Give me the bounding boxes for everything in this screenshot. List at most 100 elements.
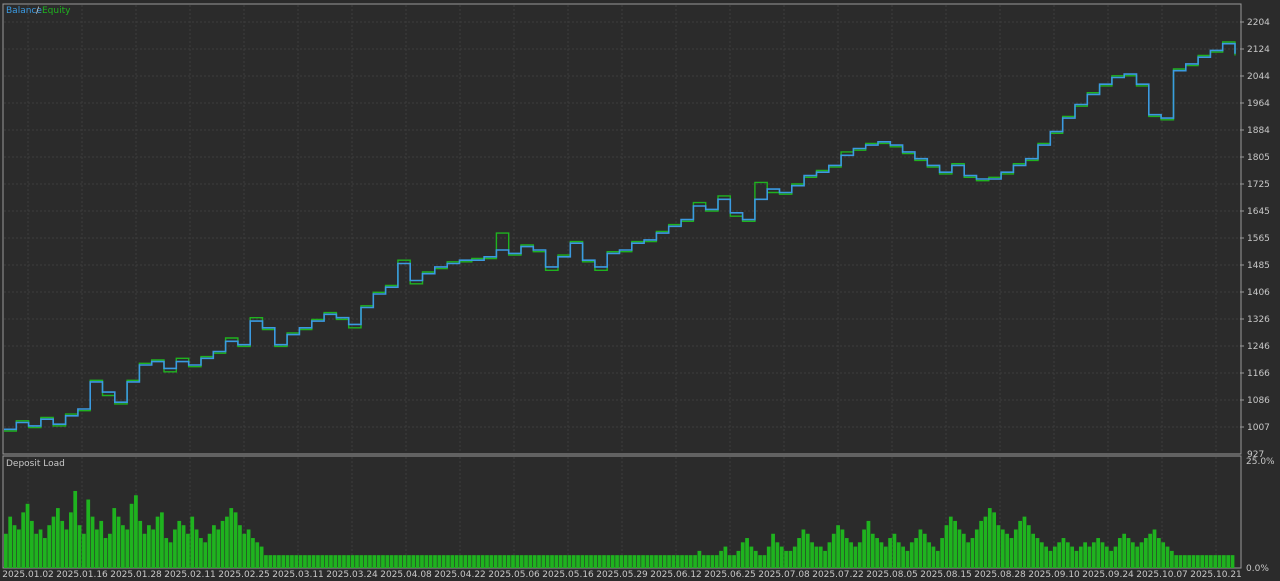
deposit-load-bar: [155, 516, 160, 568]
deposit-load-bar: [584, 555, 589, 568]
deposit-load-bar: [537, 555, 541, 568]
deposit-load-bar: [974, 529, 979, 568]
deposit-load-bar: [212, 525, 216, 568]
deposit-load-bar: [905, 550, 910, 568]
deposit-load-bar: [1026, 525, 1031, 568]
deposit-load-bar: [966, 542, 970, 568]
x-tick-label: 2025.05.16: [542, 570, 594, 580]
deposit-load-bar: [883, 546, 888, 568]
deposit-load-bar: [870, 533, 875, 568]
deposit-load-bar: [680, 555, 684, 568]
deposit-load-bar: [233, 512, 238, 568]
deposit-load-bar: [810, 542, 814, 568]
deposit-load-bar: [1187, 555, 1192, 568]
deposit-load-bar: [480, 555, 485, 568]
deposit-load-bar: [667, 555, 671, 568]
deposit-load-bar: [901, 546, 905, 568]
y-tick-label: 2124: [1247, 45, 1270, 55]
deposit-load-bar: [333, 555, 338, 568]
deposit-load-bar: [1122, 533, 1127, 568]
deposit-load-bar: [56, 508, 60, 568]
deposit-load-bar: [298, 555, 303, 568]
x-tick-label: 2025.09.24: [1082, 570, 1134, 580]
deposit-load-bar: [710, 555, 715, 568]
deposit-load-bar: [628, 555, 632, 568]
x-axis: 2025.01.02 2025.01.16 2025.01.28 2025.02.11…: [2, 570, 1242, 580]
deposit-load-bar: [1226, 555, 1231, 568]
deposit-load-bar: [1048, 550, 1053, 568]
deposit-load-bar: [983, 516, 988, 568]
deposit-load-bar: [879, 542, 884, 568]
deposit-load-bar: [922, 533, 927, 568]
deposit-load-bar: [1061, 538, 1066, 568]
y-tick-label: 1884: [1247, 126, 1270, 136]
deposit-load-bar: [827, 542, 832, 568]
deposit-load-bar: [207, 533, 212, 568]
deposit-load-bar: [918, 529, 923, 568]
deposit-load-bar: [190, 516, 195, 568]
deposit-load-bar: [251, 538, 255, 568]
deposit-load-bar: [563, 555, 567, 568]
deposit-load-bar: [593, 555, 598, 568]
deposit-load-bar: [706, 555, 710, 568]
deposit-load-bar: [277, 555, 281, 568]
deposit-load-bar: [697, 550, 702, 568]
deposit-load-bar: [281, 555, 286, 568]
deposit-load-bar: [316, 555, 320, 568]
deposit-load-bar: [766, 546, 771, 568]
deposit-load-bar: [1039, 542, 1044, 568]
deposit-load-bar: [840, 529, 845, 568]
deposit-load-bar: [43, 538, 47, 568]
deposit-load-bar: [307, 555, 312, 568]
deposit-load-bar: [788, 550, 793, 568]
deposit-load-bar: [688, 555, 693, 568]
deposit-load-bar: [550, 555, 554, 568]
deposit-load-bar: [970, 538, 975, 568]
deposit-load-bar: [424, 555, 429, 568]
deposit-load-bar: [372, 555, 377, 568]
deposit-load-bar: [194, 529, 199, 568]
y-tick-label: 2044: [1247, 72, 1270, 82]
deposit-load-bar: [1091, 542, 1096, 568]
deposit-load-bar: [515, 555, 520, 568]
deposit-load-bar: [654, 555, 658, 568]
deposit-load-bar: [853, 546, 858, 568]
deposit-load-bar: [632, 555, 637, 568]
deposit-load-bar: [875, 538, 879, 568]
deposit-load-bar: [264, 555, 268, 568]
deposit-load-bar: [844, 538, 849, 568]
deposit-load-bar: [948, 516, 953, 568]
x-tick-label: 2025.06.12: [650, 570, 702, 580]
deposit-load-bar: [1096, 538, 1101, 568]
deposit-load-bar: [25, 503, 30, 568]
x-tick-label: 2025.03.24: [326, 570, 378, 580]
x-tick-label: 2025.08.15: [920, 570, 972, 580]
legend-equity-label: Equity: [42, 6, 71, 16]
deposit-load-bar: [784, 550, 788, 568]
y-tick-label: 1166: [1247, 369, 1270, 379]
deposit-load-bar: [892, 533, 897, 568]
deposit-load-bar: [1113, 546, 1118, 568]
x-tick-label: 2025.02.11: [164, 570, 216, 580]
deposit-load-bar: [272, 555, 277, 568]
deposit-load-bar: [1109, 550, 1114, 568]
y-tick-label: 1007: [1247, 423, 1270, 433]
deposit-load-bar: [99, 520, 104, 568]
deposit-load-bar: [1013, 529, 1018, 568]
deposit-load-bar: [294, 555, 299, 568]
deposit-load-bar: [693, 555, 697, 568]
deposit-load-bar: [749, 546, 754, 568]
deposit-load-bar: [290, 555, 294, 568]
deposit-load-bar: [454, 555, 459, 568]
deposit-load-bar: [619, 555, 624, 568]
deposit-load-bar: [463, 555, 468, 568]
deposit-load-bar: [121, 525, 125, 568]
deposit-load-bar: [238, 525, 242, 568]
deposit-load-bar: [199, 538, 203, 568]
deposit-load-bar: [528, 555, 533, 568]
deposit-load-bar: [329, 555, 333, 568]
deposit-load-bar: [506, 555, 511, 568]
deposit-load-bar: [571, 555, 576, 568]
deposit-load-bar: [610, 555, 615, 568]
deposit-load-bar: [779, 546, 784, 568]
